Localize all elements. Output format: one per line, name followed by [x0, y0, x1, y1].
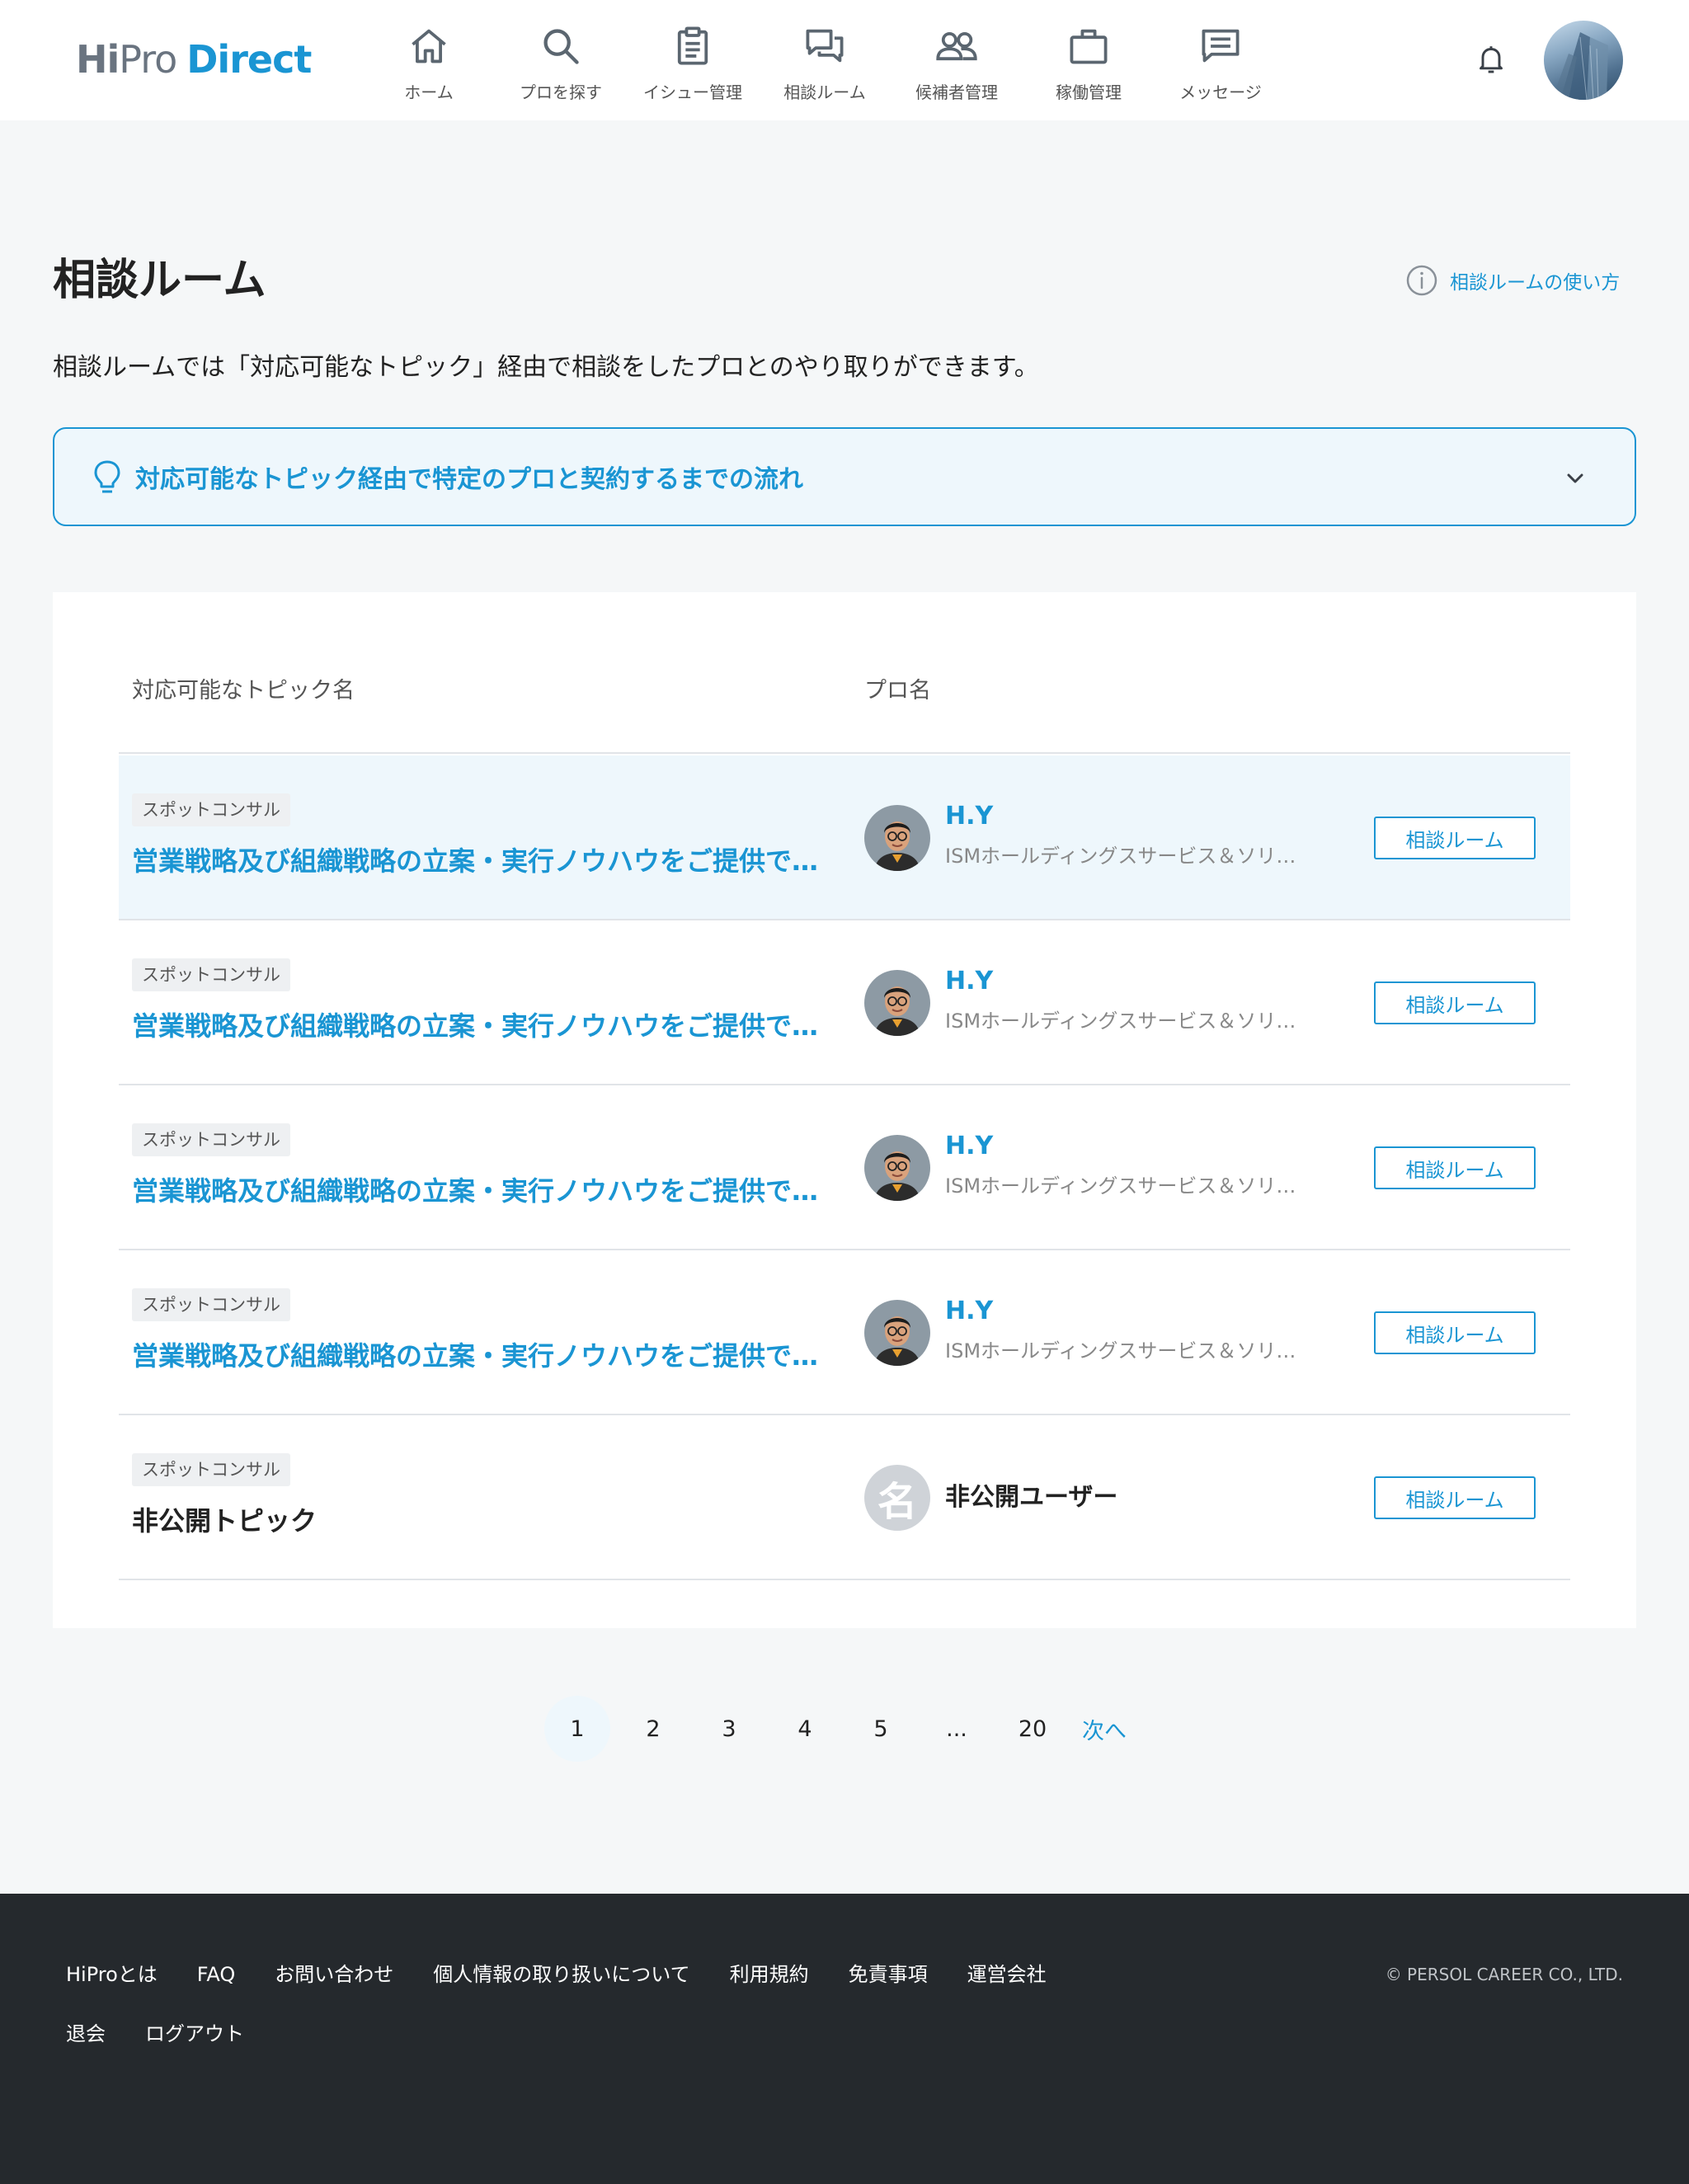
nav-label: プロを探す	[520, 82, 602, 102]
pro-name[interactable]: H.Y	[945, 965, 993, 998]
people-icon	[934, 23, 980, 69]
page-button-last[interactable]: 20	[1000, 1696, 1066, 1762]
nav-item-find-pro[interactable]: プロを探す	[495, 0, 627, 120]
table-row: スポットコンサル 営業戦略及び組織戦略の立案・実行ノウハウをご提供できます H.…	[119, 920, 1570, 1085]
nav-label: 候補者管理	[915, 82, 998, 102]
page-ellipsis: ...	[946, 1716, 967, 1742]
footer-links-account: 退会 ログアウト	[66, 2017, 284, 2050]
search-icon	[538, 23, 584, 69]
page-title: 相談ルーム	[53, 256, 266, 305]
pro-company: ISMホールディングスサービス＆ソリューション	[945, 1174, 1308, 1198]
pro-name[interactable]: H.Y	[945, 1295, 993, 1328]
user-avatar[interactable]	[1544, 21, 1623, 100]
nav-item-candidates[interactable]: 候補者管理	[891, 0, 1023, 120]
footer-link-about[interactable]: HiProとは	[66, 1958, 158, 1991]
accordion-label: 対応可能なトピック経由で特定のプロと契約するまでの流れ	[135, 465, 803, 494]
page-button[interactable]: 2	[620, 1696, 686, 1762]
nav-label: メッセージ	[1179, 82, 1262, 102]
nav-item-issues[interactable]: イシュー管理	[627, 0, 759, 120]
pro-company: ISMホールディングスサービス＆ソリューション	[945, 845, 1308, 868]
header: Hi Pro Direct ホーム プロを探す イシュー管理 相談ルーム 候補者…	[0, 0, 1689, 120]
nav-label: イシュー管理	[643, 82, 742, 102]
main-nav: ホーム プロを探す イシュー管理 相談ルーム 候補者管理 稼働管理 メッセージ	[363, 0, 1287, 120]
pro-company: ISMホールディングスサービス＆ソリューション	[945, 1339, 1308, 1363]
footer-link-terms[interactable]: 利用規約	[730, 1958, 809, 1991]
footer-link-company[interactable]: 運営会社	[967, 1958, 1047, 1991]
chevron-down-icon	[1567, 473, 1583, 483]
table-row: スポットコンサル 営業戦略及び組織戦略の立案・実行ノウハウをご提供できます H.…	[119, 1250, 1570, 1415]
nav-item-home[interactable]: ホーム	[363, 0, 495, 120]
category-tag: スポットコンサル	[132, 1288, 290, 1321]
pro-name[interactable]: H.Y	[945, 1130, 993, 1163]
placeholder-avatar: 名	[864, 1465, 930, 1531]
topic-link[interactable]: 営業戦略及び組織戦略の立案・実行ノウハウをご提供できます	[132, 1006, 833, 1046]
pro-name: 非公開ユーザー	[945, 1483, 1118, 1512]
topic-title: 非公開トピック	[132, 1505, 318, 1537]
bell-icon[interactable]	[1471, 40, 1511, 79]
table-row: スポットコンサル 営業戦略及び組織戦略の立案・実行ノウハウをご提供できます H.…	[119, 755, 1570, 920]
home-icon	[406, 23, 452, 69]
pro-company: ISMホールディングスサービス＆ソリューション	[945, 1010, 1308, 1033]
copyright: © PERSOL CAREER CO., LTD.	[1385, 1965, 1623, 1984]
consult-room-button[interactable]: 相談ルーム	[1374, 1311, 1536, 1354]
table-row: スポットコンサル 非公開トピック 名 非公開ユーザー 相談ルーム	[119, 1415, 1570, 1580]
footer: HiProとは FAQ お問い合わせ 個人情報の取り扱いについて 利用規約 免責…	[0, 1894, 1689, 2184]
consult-room-button[interactable]: 相談ルーム	[1374, 1476, 1536, 1519]
info-icon	[1406, 265, 1437, 296]
intro-text: 相談ルームでは「対応可能なトピック」経由で相談をしたプロとのやり取りができます。	[53, 353, 1039, 382]
pro-avatar	[864, 1300, 930, 1366]
pro-name[interactable]: H.Y	[945, 800, 993, 833]
nav-item-messages[interactable]: メッセージ	[1155, 0, 1287, 120]
page-button[interactable]: 3	[696, 1696, 762, 1762]
clipboard-icon	[670, 23, 716, 69]
footer-link-faq[interactable]: FAQ	[197, 1958, 236, 1991]
flow-accordion[interactable]: 対応可能なトピック経由で特定のプロと契約するまでの流れ	[53, 427, 1636, 526]
nav-label: ホーム	[404, 82, 454, 102]
nav-item-operations[interactable]: 稼働管理	[1023, 0, 1155, 120]
help-link[interactable]: 相談ルームの使い方	[1405, 264, 1620, 297]
table-header: 対応可能なトピック名 プロ名	[119, 675, 1570, 754]
pagination: 1 2 3 4 5 ... 20 次へ	[544, 1696, 1143, 1762]
next-page-link[interactable]: 次へ	[1075, 1696, 1133, 1762]
topic-link[interactable]: 営業戦略及び組織戦略の立案・実行ノウハウをご提供できます	[132, 1171, 833, 1211]
topic-link[interactable]: 営業戦略及び組織戦略の立案・実行ノウハウをご提供できます	[132, 1336, 833, 1376]
pro-avatar	[864, 970, 930, 1036]
chat-icon	[802, 23, 848, 69]
page-button[interactable]: 4	[772, 1696, 838, 1762]
consult-room-button[interactable]: 相談ルーム	[1374, 981, 1536, 1024]
message-icon	[1197, 23, 1244, 69]
pro-avatar	[864, 805, 930, 871]
footer-link-logout[interactable]: ログアウト	[145, 2017, 244, 2050]
pro-avatar	[864, 1135, 930, 1201]
category-tag: スポットコンサル	[132, 958, 290, 991]
page-button-current[interactable]: 1	[544, 1696, 610, 1762]
footer-link-disclaimer[interactable]: 免責事項	[849, 1958, 928, 1991]
consult-room-button[interactable]: 相談ルーム	[1374, 817, 1536, 859]
nav-item-consult-room[interactable]: 相談ルーム	[759, 0, 891, 120]
category-tag: スポットコンサル	[132, 1453, 290, 1486]
nav-label: 稼働管理	[1056, 82, 1122, 102]
page-button[interactable]: 5	[848, 1696, 914, 1762]
category-tag: スポットコンサル	[132, 793, 290, 826]
category-tag: スポットコンサル	[132, 1123, 290, 1156]
footer-link-withdraw[interactable]: 退会	[66, 2017, 106, 2050]
footer-links-primary: HiProとは FAQ お問い合わせ 個人情報の取り扱いについて 利用規約 免責…	[66, 1958, 1086, 1991]
lightbulb-icon	[94, 460, 120, 493]
help-link-label: 相談ルームの使い方	[1450, 272, 1621, 294]
consult-room-button[interactable]: 相談ルーム	[1374, 1146, 1536, 1189]
table-row: スポットコンサル 営業戦略及び組織戦略の立案・実行ノウハウをご提供できます H.…	[119, 1085, 1570, 1250]
hipro-direct-logo[interactable]: Hi Pro Direct	[76, 36, 312, 82]
topic-link[interactable]: 営業戦略及び組織戦略の立案・実行ノウハウをご提供できます	[132, 841, 833, 881]
briefcase-icon	[1066, 23, 1112, 69]
column-header-pro: プロ名	[864, 678, 931, 704]
consult-room-table: 対応可能なトピック名 プロ名 スポットコンサル 営業戦略及び組織戦略の立案・実行…	[53, 592, 1636, 1628]
footer-link-contact[interactable]: お問い合わせ	[275, 1958, 393, 1991]
column-header-topic: 対応可能なトピック名	[132, 678, 355, 704]
footer-link-privacy[interactable]: 個人情報の取り扱いについて	[433, 1958, 689, 1991]
nav-label: 相談ルーム	[783, 82, 866, 102]
